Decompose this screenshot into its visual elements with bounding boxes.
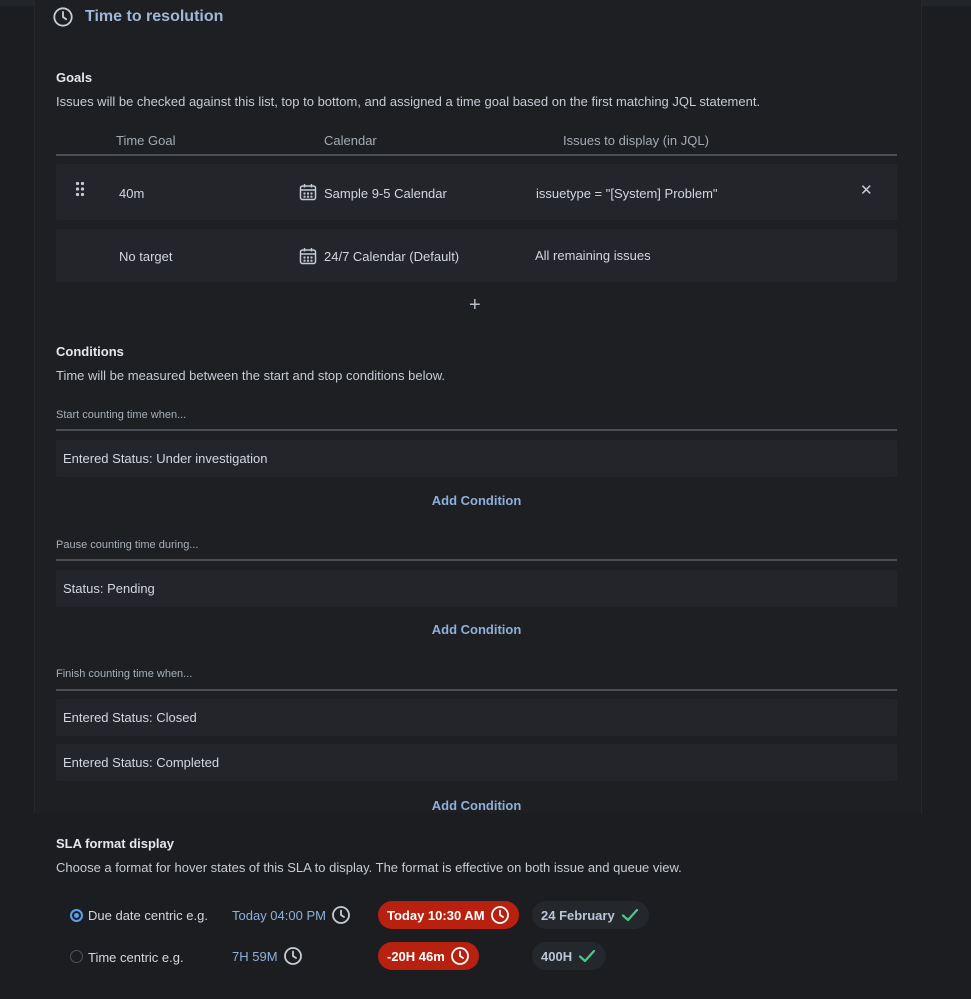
goals-table-header: Time Goal Calendar Issues to display (in… bbox=[56, 129, 897, 156]
goal-row[interactable]: 40m Sample 9-5 Calendar issuetype = "[Sy… bbox=[56, 164, 897, 220]
add-start-condition-button[interactable]: Add Condition bbox=[0, 493, 953, 508]
calendar-value[interactable]: Sample 9-5 Calendar bbox=[324, 186, 447, 201]
time-goal-value[interactable]: No target bbox=[119, 249, 172, 264]
goal-row[interactable]: No target 24/7 Calendar (Default) All re… bbox=[56, 229, 897, 282]
divider bbox=[56, 689, 897, 691]
column-jql: Issues to display (in JQL) bbox=[563, 133, 709, 148]
example-done-text: 24 February bbox=[541, 907, 615, 923]
example-ok-text: 7H 59M bbox=[232, 948, 278, 964]
example-breached-text: Today 10:30 AM bbox=[387, 907, 485, 923]
add-goal-button[interactable]: + bbox=[469, 294, 481, 317]
condition-text: Entered Status: Completed bbox=[63, 755, 220, 770]
drag-handle-icon[interactable] bbox=[75, 181, 85, 197]
clock-icon bbox=[332, 906, 350, 924]
start-condition-item[interactable]: Entered Status: Under investigation bbox=[56, 440, 897, 477]
example-breached-chip: -20H 46m bbox=[378, 942, 479, 970]
condition-text: Entered Status: Under investigation bbox=[63, 451, 268, 466]
add-pause-condition-button[interactable]: Add Condition bbox=[0, 622, 953, 637]
time-centric-radio[interactable] bbox=[70, 950, 83, 963]
pause-condition-label: Pause counting time during... bbox=[56, 539, 199, 551]
example-ok-text: Today 04:00 PM bbox=[232, 907, 326, 923]
sla-format-description: Choose a format for hover states of this… bbox=[56, 860, 682, 875]
calendar-value[interactable]: 24/7 Calendar (Default) bbox=[324, 249, 459, 264]
finish-condition-label: Finish counting time when... bbox=[56, 668, 193, 680]
divider bbox=[56, 559, 897, 561]
time-centric-label[interactable]: Time centric e.g. bbox=[88, 950, 184, 965]
finish-condition-item[interactable]: Entered Status: Completed bbox=[56, 744, 897, 781]
column-time-goal: Time Goal bbox=[116, 133, 176, 148]
jql-value: All remaining issues bbox=[535, 248, 651, 263]
calendar-icon bbox=[299, 184, 317, 201]
start-condition-label: Start counting time when... bbox=[56, 409, 187, 421]
example-breached-text: -20H 46m bbox=[387, 948, 445, 964]
sla-format-title: SLA format display bbox=[56, 836, 174, 851]
column-calendar: Calendar bbox=[324, 133, 377, 148]
sla-header: Time to resolution bbox=[52, 4, 223, 30]
calendar-icon bbox=[299, 248, 317, 265]
example-ok-chip: Today 04:00 PM bbox=[232, 904, 351, 926]
example-ok-chip: 7H 59M bbox=[232, 945, 303, 967]
clock-icon bbox=[53, 7, 73, 27]
example-breached-chip: Today 10:30 AM bbox=[378, 901, 519, 929]
due-date-centric-label[interactable]: Due date centric e.g. bbox=[88, 908, 208, 923]
conditions-title: Conditions bbox=[56, 344, 124, 359]
example-done-chip: 24 February bbox=[532, 901, 649, 929]
condition-text: Entered Status: Closed bbox=[63, 710, 197, 725]
condition-text: Status: Pending bbox=[63, 581, 155, 596]
clock-icon bbox=[490, 906, 509, 924]
time-goal-value[interactable]: 40m bbox=[119, 186, 144, 201]
goals-title: Goals bbox=[56, 70, 93, 85]
sla-title: Time to resolution bbox=[85, 8, 224, 25]
example-done-text: 400H bbox=[541, 948, 573, 964]
finish-condition-item[interactable]: Entered Status: Closed bbox=[56, 699, 897, 736]
jql-value[interactable]: issuetype = "[System] Problem" bbox=[536, 186, 718, 201]
pause-condition-item[interactable]: Status: Pending bbox=[56, 570, 897, 607]
content-panel bbox=[34, 0, 922, 813]
goals-description: Issues will be checked against this list… bbox=[56, 94, 761, 109]
example-done-chip: 400H bbox=[532, 942, 607, 970]
conditions-description: Time will be measured between the start … bbox=[56, 368, 446, 383]
clock-icon bbox=[450, 947, 469, 965]
due-date-centric-radio[interactable] bbox=[70, 909, 83, 922]
divider bbox=[56, 429, 897, 431]
checkmark-icon bbox=[621, 908, 638, 922]
checkmark-icon bbox=[578, 949, 596, 963]
remove-goal-close-icon[interactable]: ✕ bbox=[860, 181, 873, 199]
clock-icon bbox=[283, 947, 302, 965]
add-finish-condition-button[interactable]: Add Condition bbox=[0, 798, 953, 813]
